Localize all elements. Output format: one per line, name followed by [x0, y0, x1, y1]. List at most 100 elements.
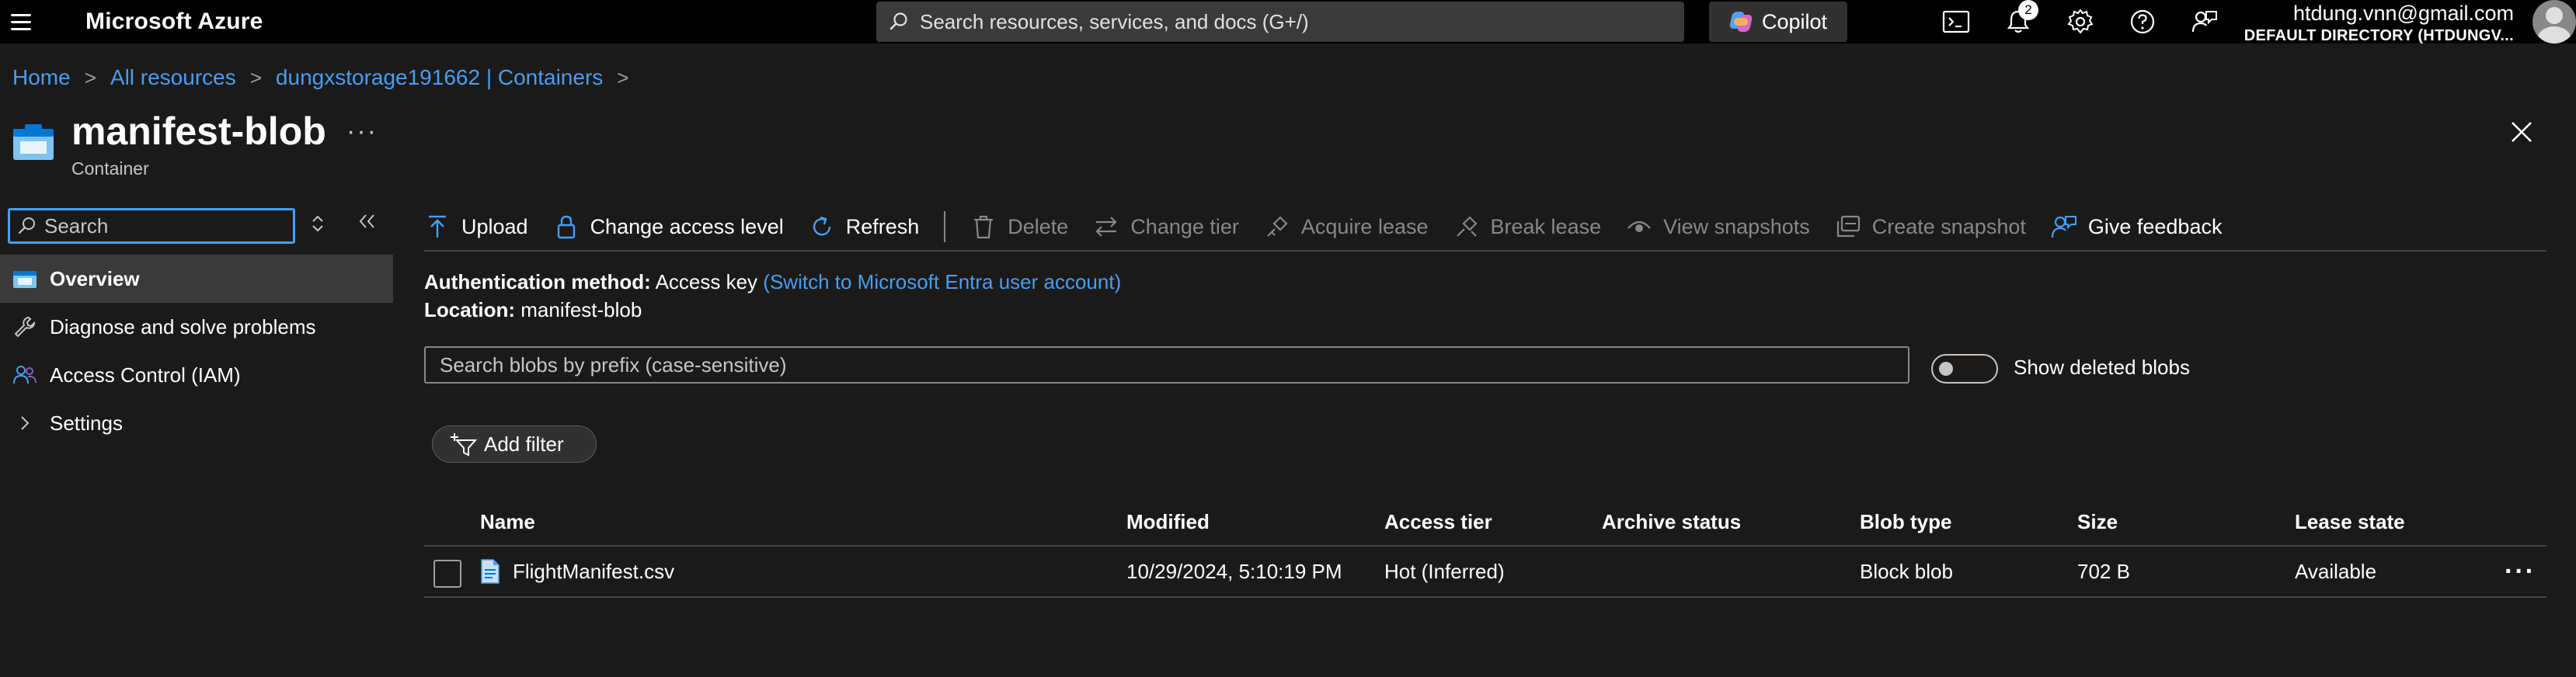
column-header-access-tier[interactable]: Access tier	[1384, 497, 1492, 547]
switch-auth-link[interactable]: (Switch to Microsoft Entra user account)	[763, 270, 1121, 293]
change-tier-label: Change tier	[1130, 214, 1239, 238]
column-header-size[interactable]: Size	[2077, 497, 2118, 547]
feedback-person-icon	[2051, 214, 2077, 240]
acquire-lease-label: Acquire lease	[1300, 214, 1429, 238]
upload-button[interactable]: Upload	[424, 203, 528, 251]
close-icon[interactable]	[2508, 118, 2536, 146]
toolbar-divider	[944, 211, 946, 242]
breadcrumb-separator-icon: >	[249, 65, 262, 89]
blob-lease-state: Available	[2295, 559, 2377, 583]
table-row[interactable]: FlightManifest.csv 10/29/2024, 5:10:19 P…	[424, 547, 2546, 598]
refresh-icon	[809, 214, 835, 240]
nav-item-diagnose[interactable]: Diagnose and solve problems	[0, 303, 393, 351]
nav-search-input[interactable]	[43, 213, 276, 239]
delete-label: Delete	[1008, 214, 1069, 238]
create-snapshot-label: Create snapshot	[1871, 214, 2026, 238]
change-access-level-button[interactable]: Change access level	[553, 203, 784, 251]
location-value: manifest-blob	[520, 298, 642, 321]
avatar[interactable]	[2532, 0, 2576, 43]
change-access-level-label: Change access level	[590, 214, 784, 238]
command-toolbar: Upload Change access level Refresh Delet…	[424, 203, 2546, 252]
account-email: htdung.vnn@gmail.com	[2292, 2, 2514, 25]
break-lease-button[interactable]: Break lease	[1453, 203, 1602, 251]
help-icon[interactable]	[2127, 6, 2158, 37]
page-title: manifest-blob	[71, 109, 326, 153]
more-options-icon[interactable]: ···	[346, 116, 378, 147]
upload-label: Upload	[461, 214, 528, 238]
show-deleted-blobs-toggle[interactable]	[1931, 354, 1998, 384]
add-filter-button[interactable]: Add filter	[432, 425, 597, 463]
column-header-blob-type[interactable]: Blob type	[1860, 497, 1951, 547]
location-line: Location: manifest-blob	[424, 298, 642, 322]
auth-method-value: Access key	[655, 270, 758, 293]
account-info[interactable]: htdung.vnn@gmail.com DEFAULT DIRECTORY (…	[2244, 0, 2514, 45]
notifications-bell-icon[interactable]: 2	[2003, 0, 2038, 37]
settings-gear-icon[interactable]	[2065, 6, 2096, 37]
people-icon	[11, 363, 39, 387]
toggle-knob	[1939, 362, 1953, 376]
resource-type-label: Container	[71, 158, 149, 179]
eye-icon	[1626, 214, 1652, 240]
copilot-button[interactable]: Copilot	[1709, 2, 1847, 42]
delete-button[interactable]: Delete	[970, 203, 1068, 251]
blob-type: Block blob	[1860, 559, 1953, 583]
refresh-label: Refresh	[845, 214, 920, 238]
breadcrumb-home[interactable]: Home	[12, 65, 71, 90]
location-label: Location:	[424, 298, 515, 321]
blob-name[interactable]: FlightManifest.csv	[513, 560, 674, 584]
breadcrumb: Home > All resources > dungxstorage19166…	[12, 65, 628, 90]
blob-table: Name Modified Access tier Archive status…	[424, 497, 2546, 598]
left-nav: Overview Diagnose and solve problems Acc…	[0, 255, 393, 447]
breadcrumb-all-resources[interactable]: All resources	[110, 65, 236, 90]
nav-item-access-control[interactable]: Access Control (IAM)	[0, 351, 393, 399]
feedback-icon[interactable]	[2189, 6, 2220, 37]
nav-item-label: Access Control (IAM)	[50, 363, 241, 387]
refresh-button[interactable]: Refresh	[809, 203, 920, 251]
row-more-options-icon[interactable]: ···	[2505, 547, 2536, 596]
search-icon	[18, 217, 35, 234]
break-lease-label: Break lease	[1490, 214, 1602, 238]
hamburger-menu-icon[interactable]	[11, 11, 33, 33]
broken-link-icon	[1453, 214, 1480, 240]
breadcrumb-separator-icon: >	[617, 65, 629, 89]
cloud-shell-icon[interactable]	[1941, 6, 1972, 37]
column-header-name[interactable]: Name	[480, 497, 535, 547]
nav-item-overview[interactable]: Overview	[0, 255, 393, 303]
change-tier-button[interactable]: Change tier	[1093, 203, 1239, 251]
brand-title[interactable]: Microsoft Azure	[85, 9, 263, 35]
column-header-modified[interactable]: Modified	[1126, 497, 1210, 547]
nav-search-box[interactable]	[8, 208, 295, 244]
blob-search-input[interactable]	[438, 352, 1899, 378]
create-snapshot-button[interactable]: Create snapshot	[1835, 203, 2026, 251]
wrench-icon	[11, 314, 39, 339]
blob-search-box[interactable]	[424, 346, 1909, 384]
view-snapshots-button[interactable]: View snapshots	[1626, 203, 1810, 251]
swap-arrows-icon	[1093, 214, 1119, 240]
column-header-archive-status[interactable]: Archive status	[1602, 497, 1741, 547]
auth-method-line: Authentication method: Access key (Switc…	[424, 270, 1121, 294]
breadcrumb-separator-icon: >	[84, 65, 96, 89]
top-bar: Microsoft Azure Search resources, servic…	[0, 0, 2576, 45]
snapshot-icon	[1835, 214, 1861, 240]
global-search-placeholder: Search resources, services, and docs (G+…	[920, 9, 1309, 33]
nav-item-label: Settings	[50, 411, 123, 435]
acquire-lease-button[interactable]: Acquire lease	[1264, 203, 1429, 251]
breadcrumb-containers[interactable]: dungxstorage191662 | Containers	[276, 65, 603, 90]
add-filter-label: Add filter	[484, 432, 564, 456]
sort-updown-icon[interactable]	[311, 214, 325, 238]
container-icon	[13, 124, 54, 160]
lock-icon	[553, 214, 580, 240]
nav-item-label: Overview	[50, 266, 140, 290]
show-deleted-blobs-label: Show deleted blobs	[2014, 356, 2190, 379]
give-feedback-button[interactable]: Give feedback	[2051, 203, 2223, 251]
container-icon	[11, 266, 39, 291]
blob-name-cell[interactable]: FlightManifest.csv	[480, 547, 674, 596]
global-search-input[interactable]: Search resources, services, and docs (G+…	[876, 2, 1684, 42]
nav-item-settings[interactable]: Settings	[0, 399, 393, 447]
give-feedback-label: Give feedback	[2087, 214, 2223, 238]
row-checkbox[interactable]	[433, 560, 461, 588]
file-icon	[481, 559, 500, 584]
link-icon	[1264, 214, 1290, 240]
column-header-lease-state[interactable]: Lease state	[2295, 497, 2405, 547]
collapse-menu-icon[interactable]	[357, 211, 378, 238]
